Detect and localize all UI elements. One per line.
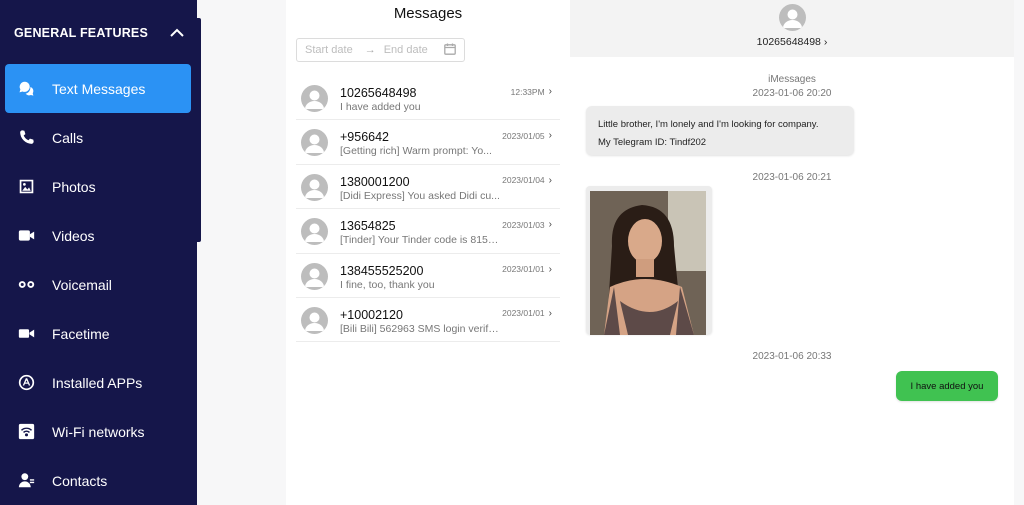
message-timestamp: 2023-01-06 20:21 [752, 172, 832, 183]
sidebar-item-videos[interactable]: Videos [5, 211, 191, 260]
time-text: 2023/01/05 [502, 130, 545, 141]
conversation-item[interactable]: +956642 [Getting rich] Warm prompt: Yo..… [296, 120, 560, 165]
contact-name: 1380001200 [340, 174, 410, 189]
contact-number: 10265648498 [756, 36, 821, 48]
sidebar-item-installed-apps[interactable]: Installed APPs [5, 358, 191, 407]
conversation-item[interactable]: 10265648498 I have added you 12:33PM › [296, 76, 560, 121]
contact-name: 10265648498 [340, 86, 417, 100]
chevron-right-icon: › [548, 219, 552, 231]
sidebar-item-label: Calls [52, 129, 84, 146]
time-text: 2023/01/01 [502, 308, 545, 319]
arrow-right-icon: → [364, 44, 376, 56]
contact-name: 138455525200 [340, 263, 424, 278]
sidebar-section-title: GENERAL FEATURES [14, 26, 148, 40]
sidebar-item-label: Text Messages [52, 80, 146, 97]
message-time: 2023/01/01 › [502, 308, 552, 319]
wifi-icon [17, 423, 35, 441]
avatar [779, 4, 806, 31]
message-time: 2023/01/04 › [502, 175, 552, 186]
conversation-list: 10265648498 I have added you 12:33PM › +9… [296, 76, 560, 343]
chevron-right-icon: › [548, 174, 552, 186]
service-label: iMessages [768, 74, 816, 85]
contact-name: 13654825 [340, 219, 396, 234]
chevron-right-icon: › [548, 263, 552, 275]
time-text: 2023/01/04 [502, 175, 545, 186]
time-text: 2023/01/03 [502, 219, 545, 230]
video-camera-icon [17, 227, 35, 245]
avatar [301, 306, 328, 334]
conversation-list-panel: Messages Start date → End date 102656484… [286, 0, 570, 505]
sidebar-item-calls[interactable]: Calls [5, 113, 191, 162]
message-timestamp: 2023-01-06 20:33 [752, 351, 832, 362]
chevron-right-icon: › [548, 86, 552, 97]
message-preview: [Didi Express] You asked Didi cu... [340, 189, 500, 202]
message-preview: I fine, too, thank you [340, 278, 435, 291]
phone-icon [17, 129, 35, 147]
chevron-right-icon: › [548, 307, 552, 319]
app-store-icon [17, 374, 35, 392]
contacts-icon [17, 472, 35, 490]
sidebar-item-text-messages[interactable]: Text Messages [5, 64, 191, 113]
photo-icon [17, 178, 35, 196]
avatar [301, 173, 328, 201]
incoming-message: Little brother, I'm lonely and I'm looki… [586, 106, 854, 155]
facetime-icon [17, 325, 35, 343]
contact-name: +10002120 [340, 307, 403, 322]
message-time: 2023/01/05 › [502, 130, 552, 141]
sidebar-scrollbar[interactable] [197, 18, 201, 242]
sidebar-item-label: Voicemail [52, 276, 112, 293]
contact-name: +956642 [340, 130, 390, 145]
avatar [301, 85, 328, 112]
message-preview: [Getting rich] Warm prompt: Yo... [340, 145, 492, 158]
voicemail-icon [17, 276, 35, 294]
avatar [301, 262, 328, 290]
time-text: 12:33PM [510, 86, 545, 97]
end-date-field[interactable]: End date [384, 44, 444, 56]
message-timestamp: 2023-01-06 20:20 [752, 88, 832, 99]
conversation-item[interactable]: 138455525200 I fine, too, thank you 2023… [296, 254, 560, 298]
chevron-right-icon: › [823, 36, 828, 48]
sidebar-item-label: Facetime [52, 325, 110, 342]
sidebar-item-photos[interactable]: Photos [5, 162, 191, 211]
sidebar-item-wifi-networks[interactable]: Wi-Fi networks [5, 407, 191, 456]
chat-header[interactable]: 10265648498 › [570, 0, 1014, 57]
sidebar: GENERAL FEATURES Text Messages Calls Pho… [0, 0, 197, 505]
chat-panel: 10265648498 › iMessages 2023-01-06 20:20… [570, 0, 1014, 505]
sidebar-nav: Text Messages Calls Photos Videos Voicem… [5, 64, 191, 505]
chat-contact-name[interactable]: 10265648498 › [570, 36, 1014, 48]
calendar-icon[interactable] [444, 43, 456, 58]
panel-title: Messages [393, 5, 463, 22]
sidebar-item-label: Installed APPs [52, 374, 143, 391]
incoming-photo-message[interactable] [586, 186, 712, 335]
sidebar-section-header[interactable]: GENERAL FEATURES [14, 24, 186, 42]
avatar [301, 218, 328, 246]
sidebar-item-label: Wi-Fi networks [52, 423, 145, 440]
sidebar-item-facetime[interactable]: Facetime [5, 309, 191, 358]
chat-bubbles-icon [17, 80, 35, 98]
message-preview: [Bili Bili] 562963 SMS login verific... [340, 322, 500, 335]
message-line: My Telegram ID: Tindf202 [598, 137, 707, 148]
conversation-item[interactable]: 1380001200 [Didi Express] You asked Didi… [296, 165, 560, 210]
message-line: Little brother, I'm lonely and I'm looki… [598, 119, 819, 130]
outgoing-message: I have added you [896, 371, 998, 401]
chevron-right-icon: › [548, 130, 552, 142]
sidebar-item-label: Videos [52, 227, 95, 244]
sidebar-item-label: Contacts [52, 472, 108, 489]
date-range-picker[interactable]: Start date → End date [296, 38, 465, 62]
time-text: 2023/01/01 [502, 264, 545, 275]
sidebar-item-label: Photos [52, 178, 96, 195]
photo-attachment[interactable] [590, 191, 706, 335]
message-time: 12:33PM › [511, 86, 552, 97]
chevron-up-icon[interactable] [168, 26, 186, 40]
sidebar-item-contacts[interactable]: Contacts [5, 456, 191, 505]
message-time: 2023/01/01 › [502, 264, 552, 275]
message-preview: [Tinder] Your Tinder code is 8151... [340, 234, 500, 247]
conversation-item[interactable]: 13654825 [Tinder] Your Tinder code is 81… [296, 209, 560, 254]
avatar [301, 129, 328, 157]
sidebar-item-voicemail[interactable]: Voicemail [5, 260, 191, 309]
conversation-item[interactable]: +10002120 [Bili Bili] 562963 SMS login v… [296, 298, 560, 343]
message-preview: I have added you [340, 101, 421, 113]
start-date-field[interactable]: Start date [305, 44, 353, 56]
message-time: 2023/01/03 › [502, 219, 552, 230]
